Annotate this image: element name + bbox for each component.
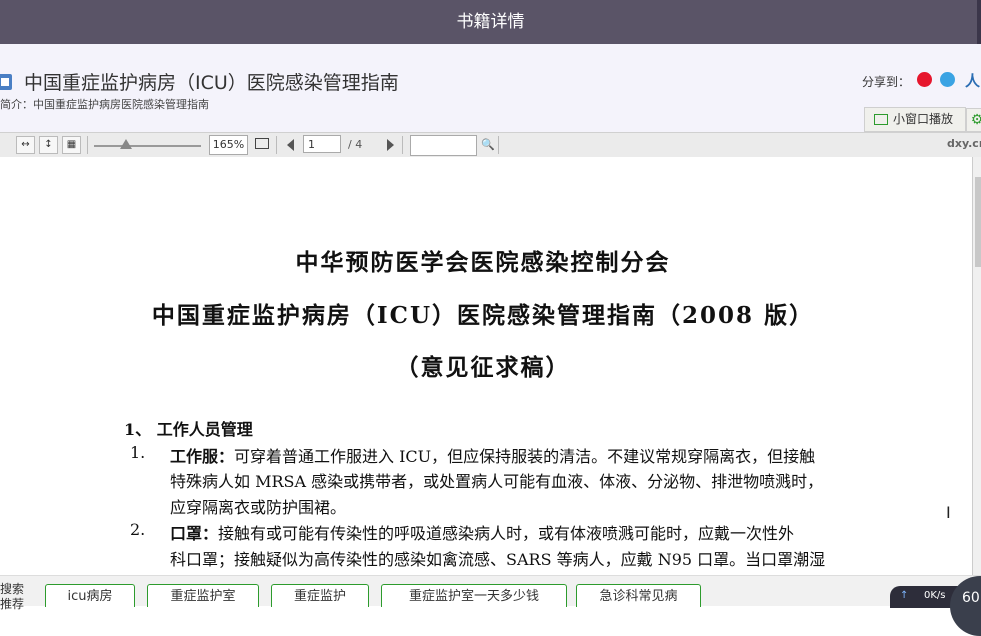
word-doc-icon — [0, 74, 12, 90]
toolbar-divider — [276, 136, 277, 154]
floating-ball-label: 60 — [962, 590, 980, 606]
viewer-toolbar: ↔ ↕ ▦ 165% 1 / 4 🔍 dxy.cn — [0, 132, 981, 158]
window-title-bar: 书籍详情 — [0, 0, 981, 44]
floating-ball[interactable]: 60 — [950, 576, 981, 636]
list-item-line: 特殊病人如 MRSA 感染或携带者，或处置病人可能有血液、体液、分泌物、排泄物喷… — [170, 472, 824, 491]
zoom-slider-thumb[interactable] — [120, 139, 132, 149]
recommend-tag[interactable]: 重症监护室 — [147, 584, 259, 607]
fit-width-icon[interactable]: ↔ — [16, 136, 35, 154]
recommend-tag[interactable]: 重症监护 — [271, 584, 369, 607]
item-text: 接触有或可能有传染性的呼吸道感染病人时，或有体液喷溅可能时，应戴一次性外 — [218, 524, 795, 543]
fullscreen-icon[interactable] — [255, 138, 269, 149]
item-keyword: 工作服： — [170, 447, 235, 466]
source-domain: dxy.cn — [947, 137, 981, 150]
recommend-tag[interactable]: icu病房 — [45, 584, 135, 607]
toolbar-divider — [498, 136, 499, 154]
list-item-line: 应穿隔离衣或防护围裙。 — [170, 498, 347, 517]
doc-heading-draft: （意见征求稿） — [395, 354, 571, 381]
scrollbar-thumb[interactable] — [975, 177, 981, 267]
toolbar-divider — [402, 136, 403, 154]
search-recommend-label: 搜索推荐 — [0, 582, 25, 611]
doc-heading-org: 中华预防医学会医院感染控制分会 — [295, 249, 671, 276]
settings-gear-icon[interactable]: ⚙ — [966, 108, 981, 132]
recommend-bar: 搜索推荐 icu病房 重症监护室 重症监护 重症监护室一天多少钱 急诊科常见病 … — [0, 575, 981, 636]
prev-page-icon[interactable] — [287, 139, 294, 151]
list-item-number: 2. — [130, 520, 146, 539]
search-input[interactable] — [410, 135, 477, 156]
renren-share-link[interactable]: 人 — [965, 70, 980, 91]
zoom-level[interactable]: 165% — [209, 135, 248, 155]
recommend-tag[interactable]: 重症监护室一天多少钱 — [381, 584, 567, 607]
zoom-slider[interactable] — [94, 145, 201, 147]
mini-window-label: 小窗口播放 — [893, 112, 954, 126]
list-item-line: 科口罩；接触疑似为高传染性的感染如禽流感、SARS 等病人，应戴 N95 口罩。… — [170, 550, 826, 569]
title-bar-edge — [977, 0, 981, 44]
next-page-icon[interactable] — [387, 139, 394, 151]
thumbnail-grid-icon[interactable]: ▦ — [62, 136, 81, 154]
recommend-tag[interactable]: 急诊科常见病 — [576, 584, 701, 607]
doc-title: 中国重症监护病房（ICU）医院感染管理指南 — [24, 72, 399, 94]
window-title: 书籍详情 — [456, 12, 525, 32]
doc-heading-title: 中国重症监护病房（ICU）医院感染管理指南（2008 版） — [151, 302, 815, 329]
page-number-input[interactable]: 1 — [303, 135, 341, 153]
search-icon[interactable]: 🔍 — [481, 138, 495, 151]
document-viewer[interactable]: 中华预防医学会医院感染控制分会 中国重症监护病房（ICU）医院感染管理指南（20… — [0, 157, 972, 575]
list-item-line: 工作服：可穿着普通工作服进入 ICU，但应保持服装的清洁。不建议常规穿隔离衣，但… — [170, 443, 815, 467]
weibo-icon[interactable] — [917, 72, 932, 87]
tv-icon — [874, 114, 888, 125]
item-keyword: 口罩： — [170, 524, 219, 543]
item-text: 可穿着普通工作服进入 ICU，但应保持服装的清洁。不建议常规穿隔离衣，但接触 — [234, 447, 816, 466]
fit-height-icon[interactable]: ↕ — [39, 136, 58, 154]
mini-window-button[interactable]: 小窗口播放 — [864, 107, 966, 132]
vertical-scrollbar[interactable] — [972, 157, 981, 575]
page-total: / 4 — [348, 138, 363, 151]
list-item-number: 1. — [130, 443, 146, 462]
toolbar-divider — [87, 136, 88, 154]
qzone-icon[interactable] — [940, 72, 955, 87]
share-label: 分享到： — [862, 75, 911, 89]
doc-summary: 简介：中国重症监护病房医院感染管理指南 — [0, 98, 209, 111]
network-speed: 0K/s — [924, 590, 946, 601]
section-heading: 1、 工作人员管理 — [124, 420, 253, 439]
text-cursor-icon: I — [946, 503, 951, 522]
upload-arrow-icon: ↑ — [900, 590, 909, 601]
list-item-line: 口罩：接触有或可能有传染性的呼吸道感染病人时，或有体液喷溅可能时，应戴一次性外 — [170, 520, 794, 544]
